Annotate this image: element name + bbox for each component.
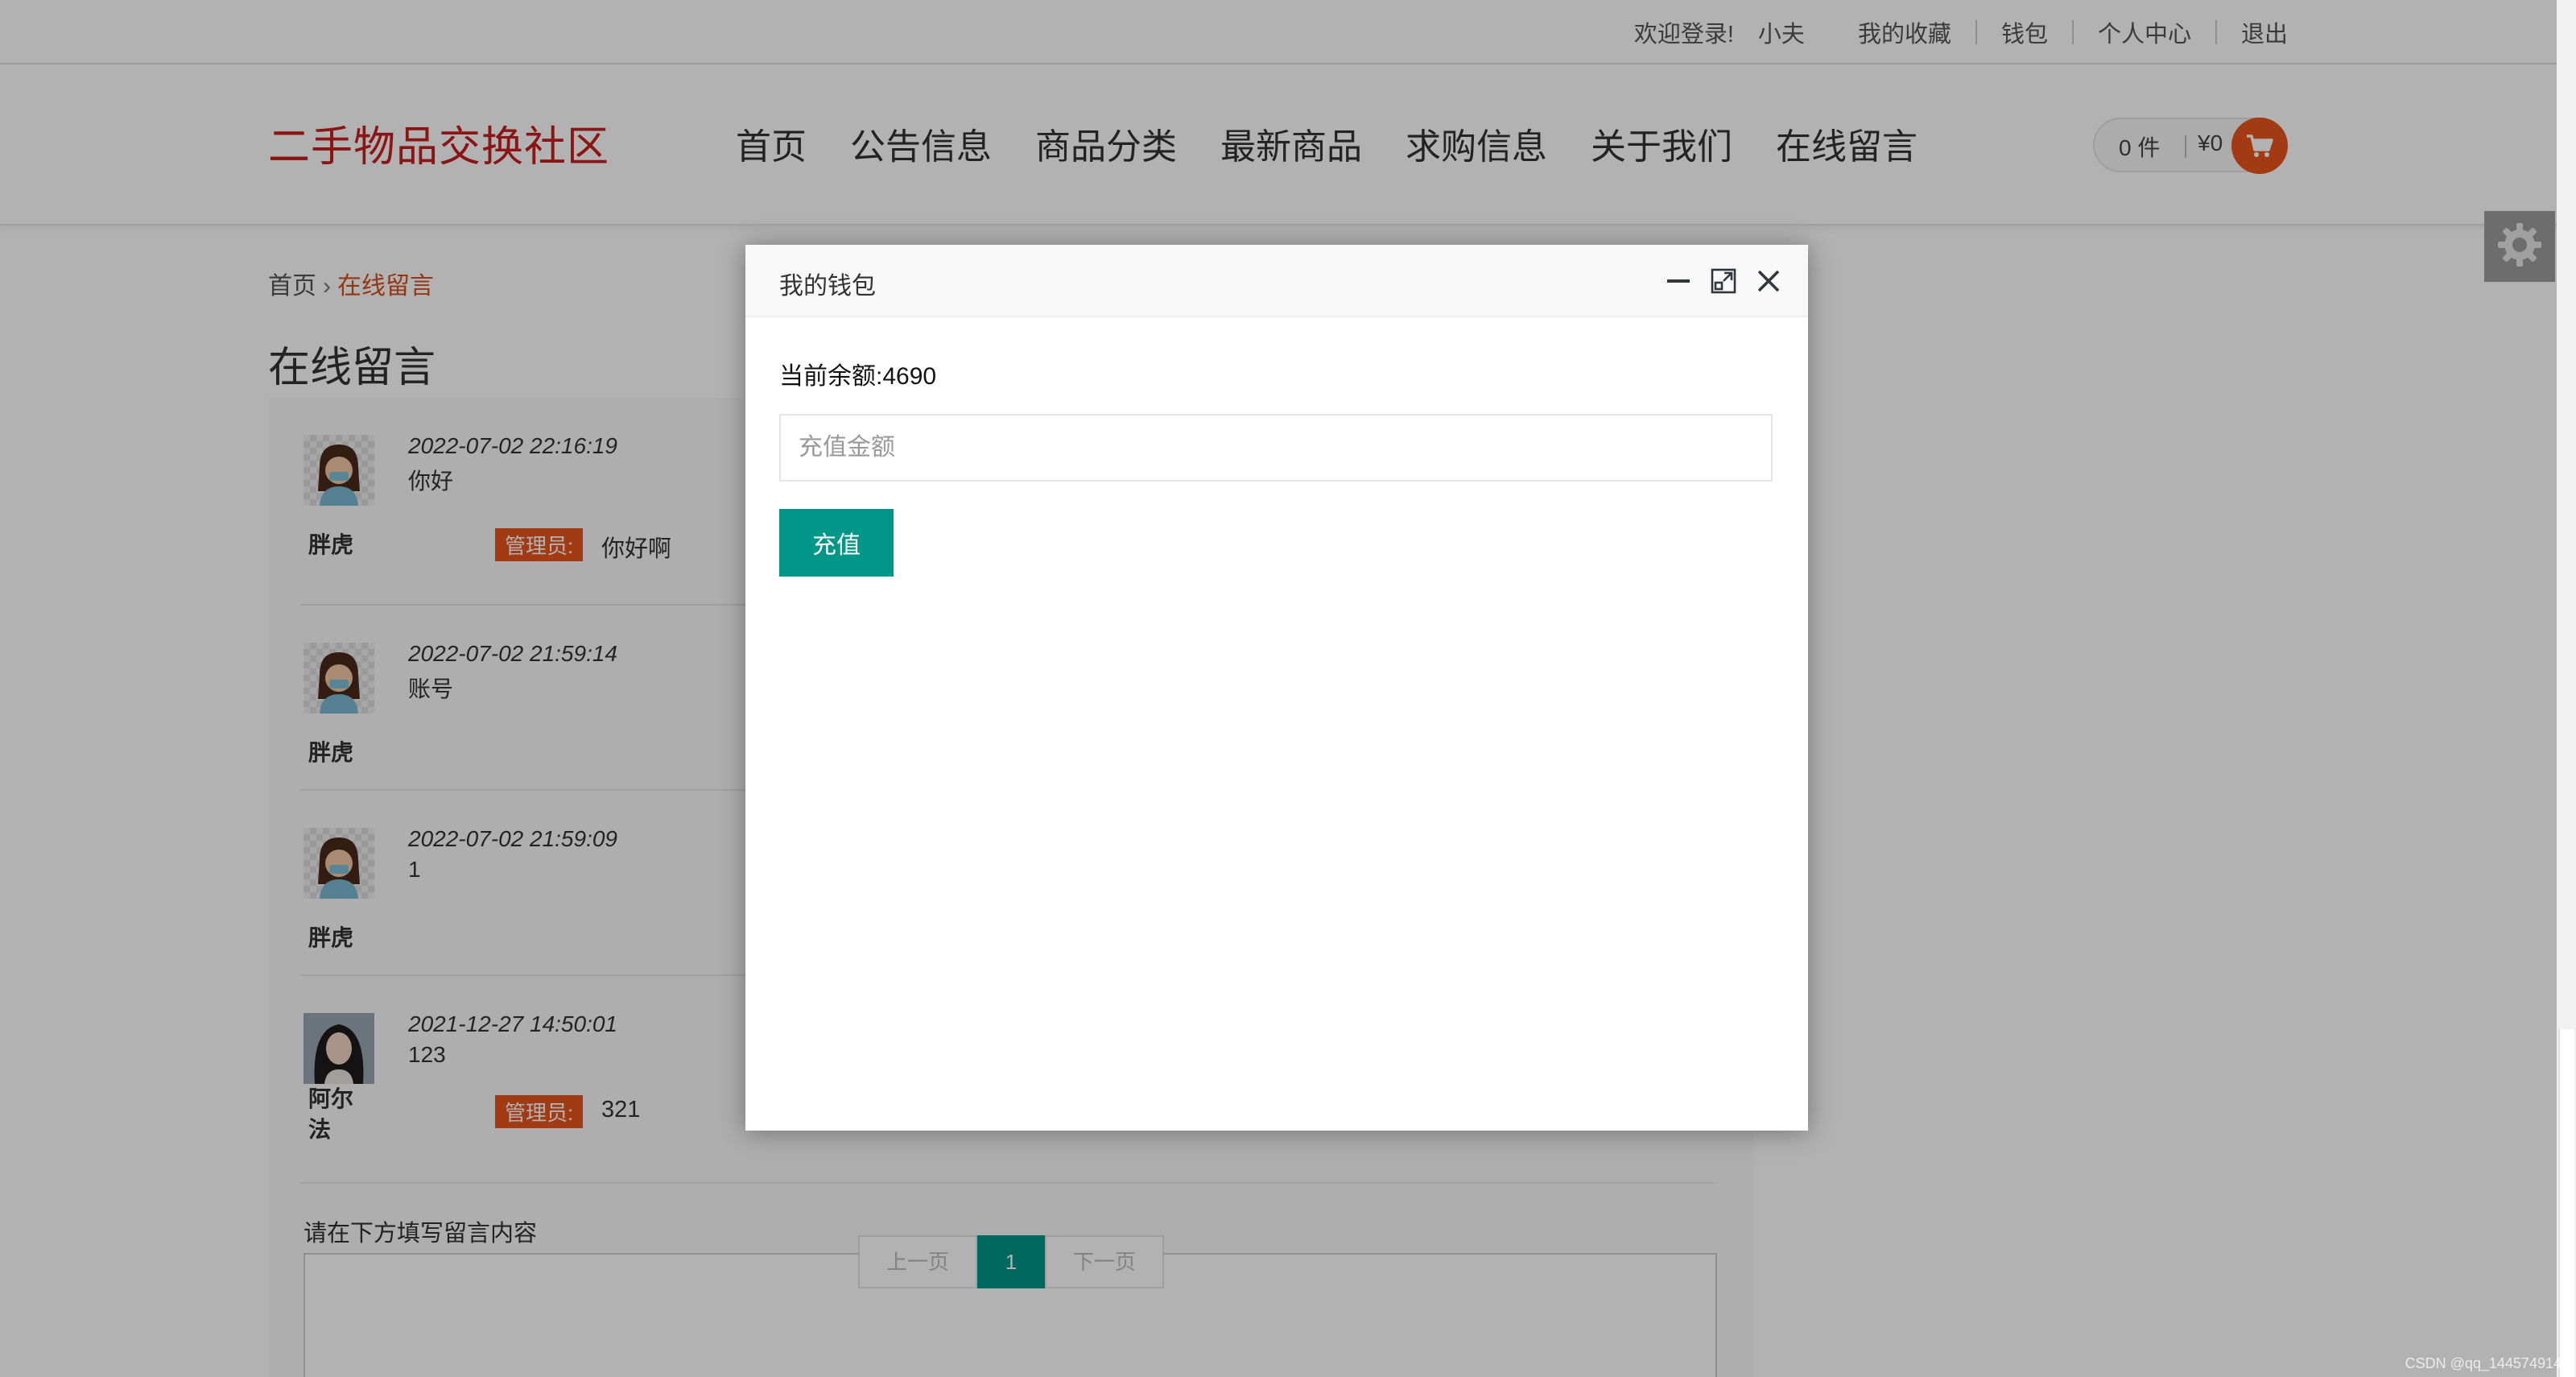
page-scrollbar[interactable] [2557, 0, 2576, 1377]
recharge-amount-input[interactable] [779, 414, 1773, 482]
minimize-icon[interactable] [1662, 264, 1695, 298]
maximize-icon[interactable] [1707, 264, 1740, 298]
dialog-title: 我的钱包 [779, 273, 876, 300]
current-balance: 当前余额:4690 [779, 363, 937, 390]
watermark: CSDN @qq_1445749140 [2405, 1355, 2570, 1371]
recharge-button[interactable]: 充值 [779, 509, 894, 577]
scrollbar-thumb[interactable] [2558, 1029, 2574, 1377]
wallet-dialog: 我的钱包 当前余额:4690 充值 [745, 245, 1808, 1131]
dialog-header: 我的钱包 [745, 245, 1808, 317]
close-icon[interactable] [1752, 264, 1785, 298]
